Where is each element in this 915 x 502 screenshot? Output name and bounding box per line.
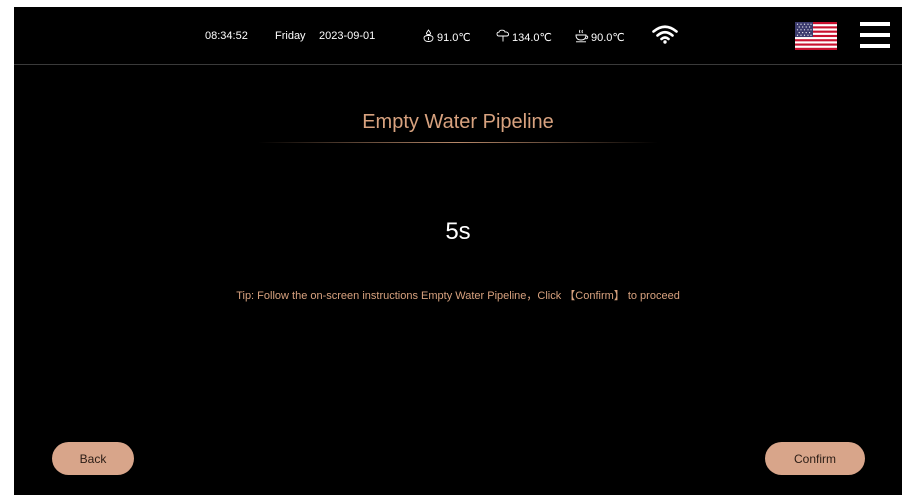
tip-text: Tip: Follow the on-screen instructions E…	[236, 290, 680, 302]
temp-steam-value: 134.0℃	[512, 32, 552, 44]
water-heater-icon	[423, 29, 434, 42]
temp-water-value: 91.0℃	[437, 32, 471, 44]
us-flag-icon[interactable]	[795, 22, 837, 50]
temp-water-reading: 91.0℃	[422, 29, 471, 45]
title-divider	[258, 142, 658, 143]
back-button[interactable]: Back	[52, 442, 134, 475]
day-label: Friday	[275, 30, 306, 42]
wifi-icon[interactable]	[652, 24, 678, 44]
page-title: Empty Water Pipeline	[362, 111, 554, 133]
coffee-cup-icon	[575, 29, 589, 43]
countdown-timer: 5s	[445, 218, 471, 245]
hamburger-menu-icon[interactable]	[860, 22, 890, 48]
date-label: 2023-09-01	[319, 30, 376, 42]
time-label: 08:34:52	[205, 30, 248, 42]
temp-steam-reading: 134.0℃	[496, 29, 552, 45]
temp-coffee-reading: 90.0℃	[575, 29, 625, 45]
screen: 08:34:52 Friday 2023-09-01 91.0℃ 134.0℃ …	[14, 7, 902, 495]
status-bar: 08:34:52 Friday 2023-09-01 91.0℃ 134.0℃ …	[14, 7, 902, 65]
steam-icon	[496, 29, 509, 42]
confirm-button[interactable]: Confirm	[765, 442, 865, 475]
temp-coffee-value: 90.0℃	[591, 32, 625, 44]
